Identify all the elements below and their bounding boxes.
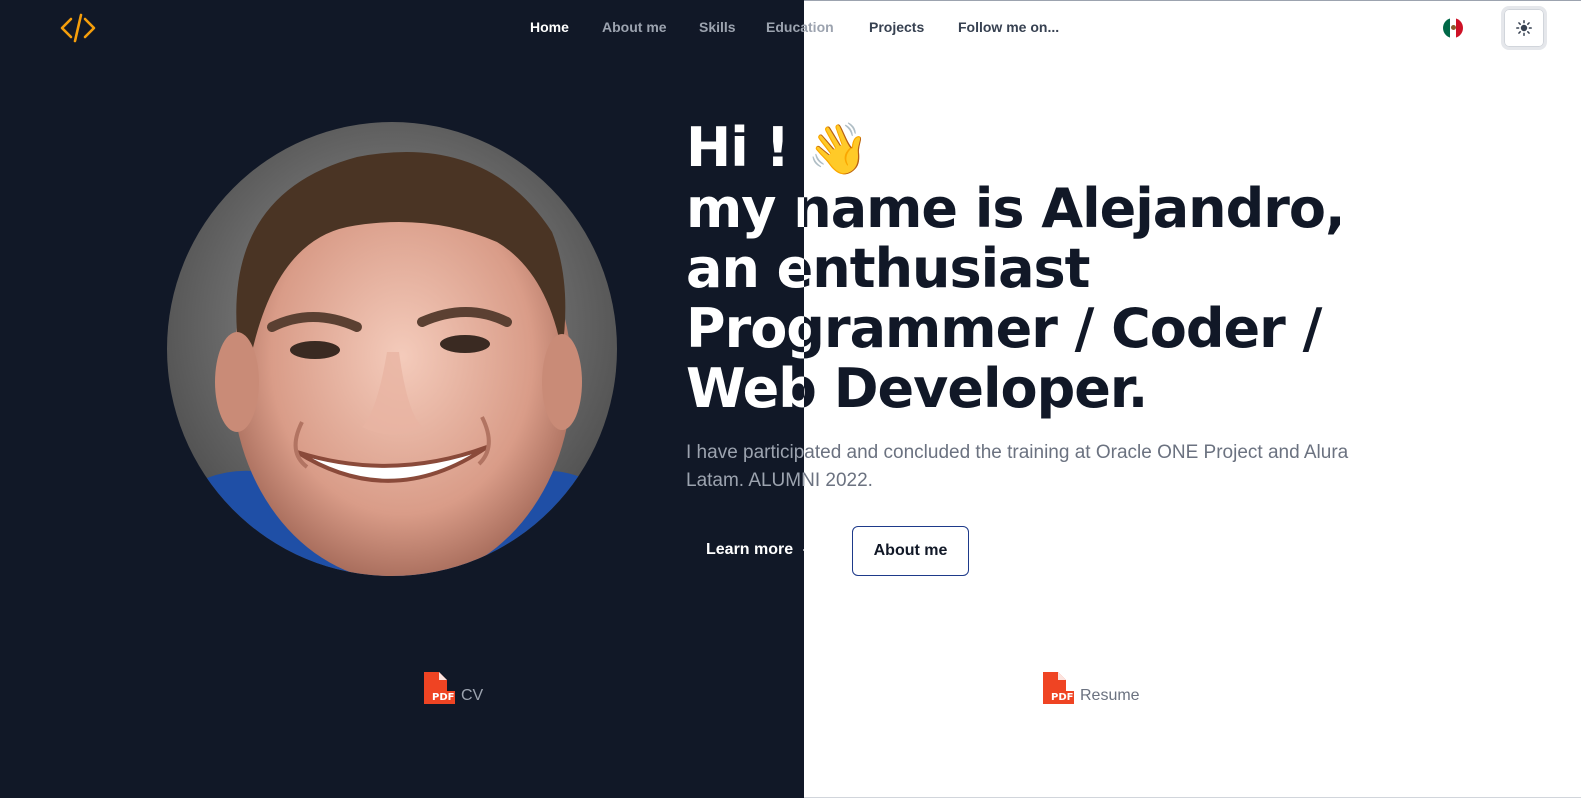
- arrow-right-icon: [803, 543, 821, 557]
- nav-home[interactable]: Home: [530, 17, 569, 37]
- pdf-file-icon: PDF: [1042, 671, 1074, 705]
- nav-follow-me[interactable]: Follow me on...: [958, 17, 1059, 37]
- code-brackets-icon: [60, 13, 96, 43]
- cv-label: CV: [461, 687, 484, 704]
- mexico-flag-icon[interactable]: [1443, 18, 1463, 38]
- download-cv-link[interactable]: PDF CV: [423, 671, 483, 705]
- nav-skills[interactable]: Skills: [699, 17, 736, 37]
- theme-toggle-button[interactable]: [1501, 6, 1547, 50]
- waving-hand-icon: 👋: [806, 120, 869, 178]
- nav-education[interactable]: Education: [766, 17, 834, 37]
- top-divider: [804, 0, 1581, 1]
- learn-more-button[interactable]: Learn more: [706, 535, 821, 565]
- learn-more-label: Learn more: [706, 541, 794, 558]
- sun-icon: [1516, 20, 1532, 36]
- hero-line-5: Web Developer.: [686, 357, 1148, 420]
- download-resume-link[interactable]: PDF Resume: [1042, 671, 1140, 705]
- nav-projects[interactable]: Projects: [869, 17, 924, 37]
- hero-headline: Hi ! 👋 my name is Alejandro, an enthusia…: [686, 118, 1386, 419]
- profile-photo: [167, 122, 617, 576]
- hero-line-3: an enthusiast: [686, 237, 1091, 300]
- hero-line-4: Programmer / Coder /: [686, 297, 1322, 360]
- site-logo[interactable]: [58, 10, 98, 46]
- hero-line-2: my name is Alejandro,: [686, 177, 1346, 240]
- about-me-button[interactable]: About me: [852, 526, 969, 576]
- pdf-icon-text: PDF: [1051, 692, 1074, 703]
- pdf-icon-text: PDF: [432, 692, 455, 703]
- pdf-file-icon: PDF: [423, 671, 455, 705]
- nav-about-me[interactable]: About me: [602, 17, 667, 37]
- hero-greeting: Hi !: [686, 116, 790, 179]
- resume-label: Resume: [1080, 687, 1140, 704]
